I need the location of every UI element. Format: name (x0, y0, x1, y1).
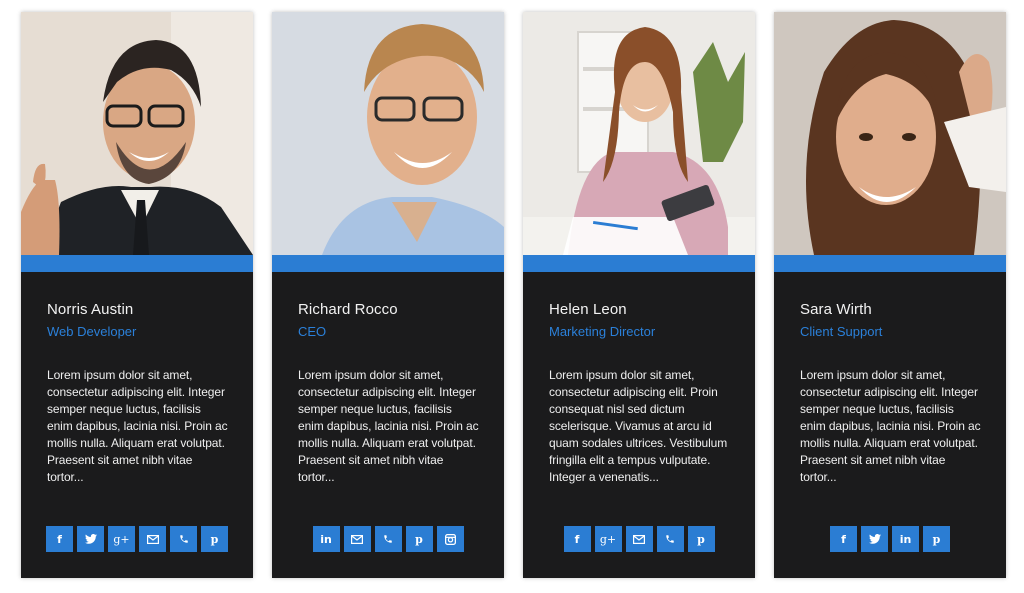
linkedin-icon: in (899, 532, 912, 546)
phone-icon (384, 535, 392, 543)
profile-photo (774, 12, 1006, 255)
member-role: Client Support (800, 324, 883, 339)
member-bio: Lorem ipsum dolor sit amet, consectetur … (47, 368, 228, 484)
team-card-norris-austin: Norris Austin Web Developer Lorem ipsum … (21, 12, 253, 578)
email-icon (633, 534, 645, 544)
profile-photo (21, 12, 253, 255)
email-button[interactable] (625, 526, 653, 552)
social-links: f g+ p (523, 526, 755, 552)
team-card-helen-leon: Helen Leon Marketing Director Lorem ipsu… (523, 12, 755, 578)
email-button[interactable] (139, 526, 166, 552)
linkedin-icon: in (320, 532, 332, 546)
profile-photo (272, 12, 504, 255)
pinterest-button[interactable]: p (201, 526, 228, 552)
facebook-button[interactable]: f (563, 526, 591, 552)
team-card-richard-rocco: Richard Rocco CEO Lorem ipsum dolor sit … (272, 12, 504, 578)
pinterest-icon: p (415, 532, 423, 546)
member-name: Norris Austin (47, 301, 134, 318)
pinterest-button[interactable]: p (687, 526, 715, 552)
google-plus-button[interactable]: g+ (594, 526, 622, 552)
google-plus-button[interactable]: g+ (108, 526, 135, 552)
facebook-icon: f (574, 532, 580, 546)
accent-bar (21, 255, 253, 272)
linkedin-button[interactable]: in (312, 526, 340, 552)
member-bio: Lorem ipsum dolor sit amet, consectetur … (549, 368, 728, 484)
member-role: Marketing Director (549, 324, 656, 339)
email-button[interactable] (343, 526, 371, 552)
pinterest-icon: p (210, 532, 219, 546)
twitter-icon (868, 534, 881, 544)
instagram-button[interactable] (436, 526, 464, 552)
member-name: Helen Leon (549, 301, 627, 318)
social-links: f in p (774, 526, 1006, 552)
google-plus-icon: g+ (113, 532, 130, 546)
phone-button[interactable] (374, 526, 402, 552)
member-role: Web Developer (47, 324, 137, 339)
phone-button[interactable] (656, 526, 684, 552)
pinterest-button[interactable]: p (923, 526, 950, 552)
member-bio: Lorem ipsum dolor sit amet, consectetur … (800, 368, 981, 484)
instagram-icon (444, 533, 456, 545)
member-role: CEO (298, 324, 327, 339)
accent-bar (774, 255, 1006, 272)
pinterest-icon: p (932, 532, 941, 546)
phone-icon (666, 535, 674, 543)
facebook-button[interactable]: f (830, 526, 857, 552)
accent-bar (523, 255, 755, 272)
social-links: in p (272, 526, 504, 552)
facebook-button[interactable]: f (46, 526, 73, 552)
phone-icon (179, 535, 188, 543)
twitter-button[interactable] (77, 526, 104, 552)
linkedin-button[interactable]: in (892, 526, 919, 552)
twitter-icon (84, 534, 97, 544)
email-icon (351, 534, 363, 544)
profile-photo (523, 12, 755, 255)
email-icon (146, 534, 159, 544)
google-plus-icon: g+ (599, 532, 617, 546)
phone-button[interactable] (170, 526, 197, 552)
member-name: Richard Rocco (298, 301, 398, 318)
facebook-icon: f (841, 532, 846, 546)
pinterest-icon: p (697, 532, 705, 546)
accent-bar (272, 255, 504, 272)
pinterest-button[interactable]: p (405, 526, 433, 552)
twitter-button[interactable] (861, 526, 888, 552)
member-name: Sara Wirth (800, 301, 872, 318)
social-links: f g+ p (21, 526, 253, 552)
team-card-sara-wirth: Sara Wirth Client Support Lorem ipsum do… (774, 12, 1006, 578)
facebook-icon: f (57, 532, 62, 546)
member-bio: Lorem ipsum dolor sit amet, consectetur … (298, 368, 479, 484)
